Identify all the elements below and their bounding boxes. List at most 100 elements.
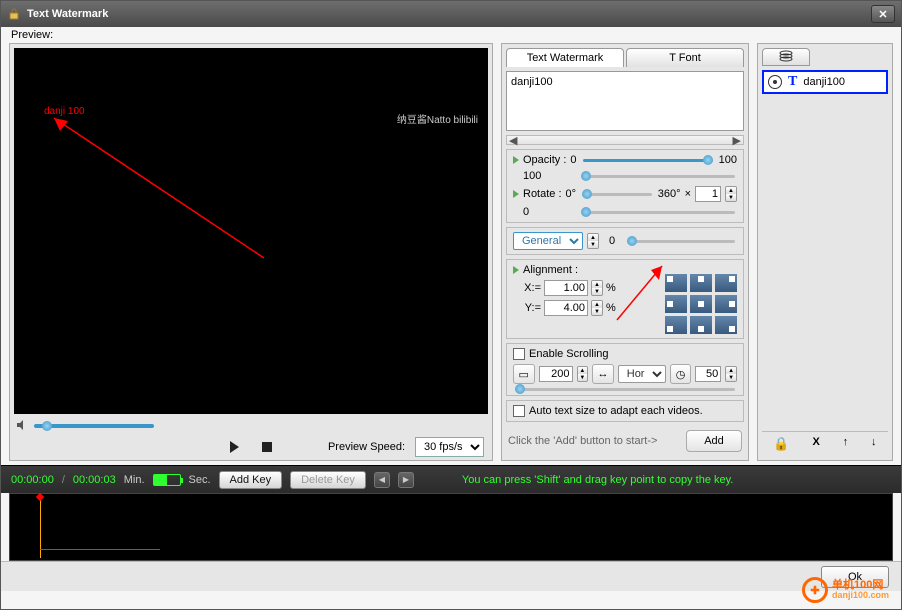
alignment-label: Alignment : <box>523 264 578 276</box>
opacity-fine-slider[interactable] <box>581 175 735 178</box>
visibility-icon[interactable] <box>768 75 782 89</box>
opacity-max: 100 <box>719 154 737 166</box>
align-ml[interactable] <box>665 295 687 313</box>
rotate-spin-value[interactable] <box>695 186 721 202</box>
mode-slider-value: 0 <box>603 235 621 247</box>
min-label: Min. <box>124 474 145 486</box>
align-x-spinner[interactable]: ▲▼ <box>591 280 603 296</box>
layer-name: danji100 <box>803 76 845 88</box>
rotate-slider[interactable] <box>582 193 652 196</box>
layers-tab[interactable] <box>762 48 810 66</box>
alignment-panel: Alignment : X:= ▲▼ % Y:= ▲▼ % <box>506 259 744 339</box>
stop-button[interactable] <box>256 436 278 458</box>
autosize-checkbox[interactable] <box>513 405 525 417</box>
battery-icon <box>153 474 181 486</box>
watermark-text-input[interactable]: danji100 <box>506 71 744 131</box>
lock-layer-icon[interactable]: 🔒 <box>773 436 789 452</box>
align-y-label: Y:= <box>513 302 541 314</box>
opacity-rotate-panel: Opacity : 0 100 100 Rotate : 0° 360° × ▲… <box>506 149 744 223</box>
rotate-fine-slider[interactable] <box>581 211 735 214</box>
align-x-label: X:= <box>513 282 541 294</box>
footer: Ok <box>1 561 901 591</box>
speaker-icon[interactable] <box>16 419 28 434</box>
align-x-input[interactable] <box>544 280 588 296</box>
fps-select[interactable]: 30 fps/s <box>415 437 484 457</box>
rotate-min: 0° <box>566 188 577 200</box>
scrolling-panel: Enable Scrolling ▭ ▲▼ ↔ Horiz ◷ ▲▼ <box>506 343 744 396</box>
align-mr[interactable] <box>715 295 737 313</box>
window-title: Text Watermark <box>27 8 108 20</box>
mode-panel: General ▲▼ 0 <box>506 227 744 255</box>
width-icon[interactable]: ▭ <box>513 364 535 384</box>
preview-label: Preview: <box>1 27 901 43</box>
video-view: danji 100 纳豆酱Natto bilibili <box>14 48 488 414</box>
tabs: Text Watermark T Font <box>506 48 744 67</box>
textarea-scrollbar[interactable]: ◀▶ <box>506 135 744 145</box>
brand-site: danji100.com <box>832 591 889 600</box>
align-bl[interactable] <box>665 316 687 334</box>
close-button[interactable]: ✕ <box>871 5 895 23</box>
volume-bar <box>10 418 492 434</box>
mode-spinner[interactable]: ▲▼ <box>587 233 599 249</box>
scroll-speed-input[interactable] <box>695 366 721 382</box>
title-bar: Text Watermark ✕ <box>1 1 901 27</box>
collapse-icon[interactable] <box>513 266 519 274</box>
collapse-icon[interactable] <box>513 190 519 198</box>
autosize-panel: Auto text size to adapt each videos. <box>506 400 744 422</box>
opacity-min: 0 <box>570 154 576 166</box>
direction-icon[interactable]: ↔ <box>592 364 614 384</box>
scroll-width-input[interactable] <box>539 366 573 382</box>
align-bc[interactable] <box>690 316 712 334</box>
main-area: danji 100 纳豆酱Natto bilibili Preview Spee… <box>1 43 901 465</box>
speed-icon[interactable]: ◷ <box>670 364 692 384</box>
rotate-label: Rotate : <box>523 188 562 200</box>
volume-slider[interactable] <box>34 424 154 428</box>
time-slash: / <box>62 474 65 486</box>
layer-down-icon[interactable]: ↓ <box>871 436 877 452</box>
enable-scrolling-checkbox[interactable] <box>513 348 525 360</box>
align-y-input[interactable] <box>544 300 588 316</box>
timeline-hint: You can press 'Shift' and drag key point… <box>462 474 733 486</box>
time-current: 00:00:00 <box>11 474 54 486</box>
opacity-slider[interactable] <box>583 159 713 162</box>
scroll-slider[interactable] <box>515 388 735 391</box>
direction-select[interactable]: Horiz <box>618 365 666 383</box>
align-tr[interactable] <box>715 274 737 292</box>
align-mc[interactable] <box>690 295 712 313</box>
scroll-speed-spinner[interactable]: ▲▼ <box>725 366 737 382</box>
align-tc[interactable] <box>690 274 712 292</box>
timeline-controls: 00:00:00 / 00:00:03 Min. Sec. Add Key De… <box>1 465 901 493</box>
autosize-label: Auto text size to adapt each videos. <box>529 405 703 417</box>
mode-slider[interactable] <box>627 240 735 243</box>
watermark-preview-text: danji 100 <box>44 106 85 117</box>
prev-key-button[interactable]: ◀ <box>374 472 390 488</box>
align-y-spinner[interactable]: ▲▼ <box>591 300 603 316</box>
properties-panel: Text Watermark T Font danji100 ◀▶ Opacit… <box>501 43 749 461</box>
delete-layer-icon[interactable]: X <box>812 436 819 452</box>
add-button[interactable]: Add <box>686 430 742 452</box>
layer-item[interactable]: T danji100 <box>762 70 888 94</box>
align-br[interactable] <box>715 316 737 334</box>
layer-up-icon[interactable]: ↑ <box>843 436 849 452</box>
collapse-icon[interactable] <box>513 156 519 164</box>
layers-icon <box>778 50 794 65</box>
play-button[interactable] <box>224 436 246 458</box>
pct-label: % <box>606 282 616 294</box>
scroll-width-spinner[interactable]: ▲▼ <box>577 366 589 382</box>
opacity-label: Opacity : <box>523 154 566 166</box>
sec-label: Sec. <box>189 474 211 486</box>
align-tl[interactable] <box>665 274 687 292</box>
text-layer-icon: T <box>788 74 797 90</box>
add-hint: Click the 'Add' button to start-> <box>508 435 657 447</box>
delete-key-button[interactable]: Delete Key <box>290 471 366 489</box>
add-key-button[interactable]: Add Key <box>219 471 283 489</box>
rotate-spinner[interactable]: ▲▼ <box>725 186 737 202</box>
tab-font[interactable]: T Font <box>626 48 744 67</box>
tab-text-watermark[interactable]: Text Watermark <box>506 48 624 67</box>
next-key-button[interactable]: ▶ <box>398 472 414 488</box>
ok-button[interactable]: Ok <box>821 566 889 588</box>
timeline-keyframe[interactable] <box>36 493 44 501</box>
mode-select[interactable]: General <box>513 232 583 250</box>
annotation-arrow-icon <box>44 108 344 308</box>
timeline-canvas[interactable] <box>9 493 893 561</box>
